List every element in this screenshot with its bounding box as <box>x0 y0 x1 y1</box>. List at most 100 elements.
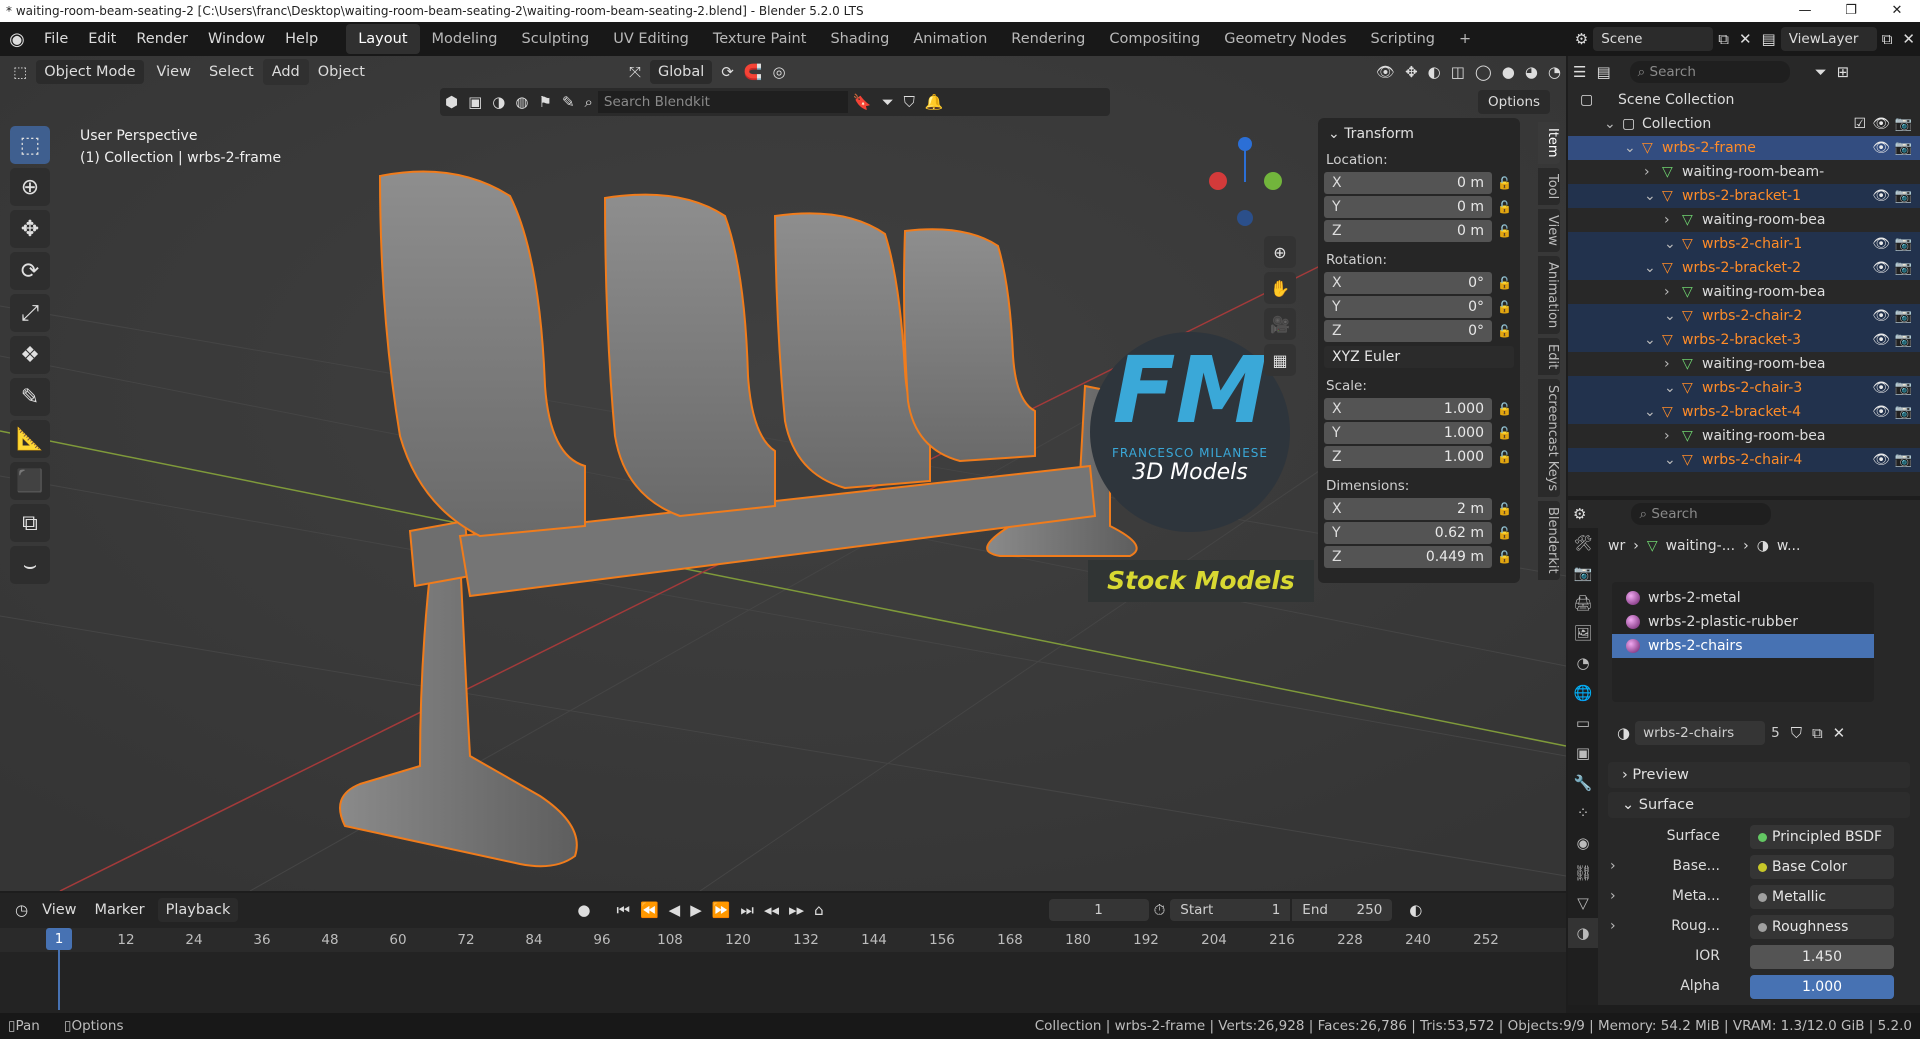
expand-arrow-icon[interactable]: › <box>1664 424 1670 448</box>
render-camera-icon[interactable]: 📷 <box>1895 376 1912 400</box>
modifier-tab-icon[interactable]: 🔧 <box>1568 768 1598 798</box>
outliner-row[interactable]: › ▽ waiting-room-bea <box>1568 208 1920 232</box>
blenderkit-models-icon[interactable]: ▣ <box>463 93 487 111</box>
visibility-eye-icon[interactable]: 👁 <box>1872 400 1890 424</box>
timeline-overlay-icon[interactable]: ◐ <box>1404 901 1427 919</box>
lock-icon[interactable]: 🔓 <box>1497 224 1512 238</box>
play-reverse-icon[interactable]: ◀ <box>664 901 686 919</box>
lock-icon[interactable]: 🔓 <box>1497 426 1512 440</box>
dimension-x-field[interactable]: X2 m 🔓 <box>1324 498 1512 520</box>
select-box-tool-icon[interactable]: ⬚ <box>10 126 50 164</box>
filter-icon[interactable]: ⏷ <box>1810 63 1832 81</box>
shield-icon[interactable]: ⛉ <box>899 93 920 111</box>
dimension-y-field[interactable]: Y 0.62 m 🔓 <box>1324 522 1512 544</box>
expand-arrow-icon[interactable]: ⌄ <box>1664 376 1676 400</box>
lock-icon[interactable]: 🔓 <box>1497 176 1512 190</box>
outliner-row[interactable]: ⌄ ▽ wrbs-2-chair-3 👁 📷 <box>1568 376 1920 400</box>
unlink-material-icon[interactable]: ✕ <box>1828 724 1851 742</box>
material-slot[interactable]: wrbs-2-chairs <box>1612 634 1874 658</box>
close-button[interactable]: ✕ <box>1874 0 1920 22</box>
expand-icon[interactable]: › <box>1610 918 1616 934</box>
filter-icon[interactable]: ⏷ <box>877 93 899 111</box>
shader-input-field[interactable]: Metallic <box>1750 885 1894 909</box>
lock-icon[interactable]: 🔓 <box>1497 550 1512 564</box>
scene-selector[interactable]: Scene <box>1593 27 1714 51</box>
timeline-view-menu[interactable]: View <box>33 897 85 923</box>
blenderkit-hdr-icon[interactable]: ◍ <box>510 93 533 111</box>
data-tab-icon[interactable]: ▽ <box>1568 888 1598 918</box>
render-camera-icon[interactable]: 📷 <box>1895 448 1912 472</box>
keying-set-icon[interactable]: ⌂ <box>809 901 829 919</box>
playback-dropdown[interactable]: Playback <box>157 898 239 922</box>
visibility-eye-icon[interactable]: 👁 <box>1872 304 1890 328</box>
menu-file[interactable]: File <box>34 22 78 56</box>
exclude-checkbox[interactable]: ☑ <box>1853 112 1866 136</box>
prev-keyframe-icon[interactable]: ◂◂ <box>759 901 784 919</box>
pivot-icon[interactable]: ⟳ <box>716 63 739 81</box>
properties-search[interactable]: ⌕ Search <box>1631 503 1772 525</box>
preview-section[interactable]: › Preview <box>1608 762 1910 788</box>
workspace-tab-compositing[interactable]: Compositing <box>1097 24 1212 54</box>
outliner-row[interactable]: › ▽ waiting-room-bea <box>1568 280 1920 304</box>
outliner-search[interactable]: ⌕ Search <box>1629 61 1790 83</box>
display-mode-icon[interactable]: ▤ <box>1591 63 1615 81</box>
add-object-tool-icon[interactable]: ⧉ <box>10 504 50 542</box>
transform-tool-icon[interactable]: ❖ <box>10 336 50 374</box>
ior-field[interactable]: 1.450 <box>1750 945 1894 969</box>
sidebar-tab-edit[interactable]: Edit <box>1538 338 1560 376</box>
material-browse-icon[interactable]: ◑ <box>1612 724 1635 742</box>
measure-tool-icon[interactable]: 📐 <box>10 420 50 458</box>
solid-shading-icon[interactable]: ● <box>1497 63 1520 81</box>
preview-range-icon[interactable]: ⏱ <box>1149 901 1171 919</box>
menu-select[interactable]: Select <box>200 59 263 85</box>
snap-icon[interactable]: 🧲 <box>739 63 768 81</box>
lock-icon[interactable]: 🔓 <box>1497 300 1512 314</box>
duplicate-material-icon[interactable]: ⧉ <box>1807 724 1828 742</box>
material-user-count[interactable]: 5 <box>1765 725 1786 741</box>
tool-tab-icon[interactable]: 🛠 <box>1568 528 1598 558</box>
object-tab-icon[interactable]: ▣ <box>1568 738 1598 768</box>
render-camera-icon[interactable]: 📷 <box>1895 328 1912 352</box>
scale-tool-icon[interactable]: ⤢ <box>10 294 50 332</box>
curve-tool-icon[interactable]: ⌣ <box>10 546 50 584</box>
render-tab-icon[interactable]: 📷 <box>1568 558 1598 588</box>
scene-collection-row[interactable]: ▢ Scene Collection <box>1568 88 1920 112</box>
timeline-marker-menu[interactable]: Marker <box>86 897 154 923</box>
camera-view-icon[interactable]: 🎥 <box>1264 308 1296 340</box>
minimize-button[interactable]: — <box>1782 0 1828 22</box>
collection-tab-icon[interactable]: ▭ <box>1568 708 1598 738</box>
dimension-z-field[interactable]: Z 0.449 m 🔓 <box>1324 546 1512 568</box>
jump-keyframe-forward-icon[interactable]: ⏩ <box>707 901 736 919</box>
orientation-dropdown[interactable]: Global <box>650 60 713 84</box>
playhead-frame-badge[interactable]: 1 <box>46 928 72 950</box>
expand-arrow-icon[interactable]: ⌄ <box>1644 328 1656 352</box>
menu-render[interactable]: Render <box>126 22 198 56</box>
sidebar-tab-blenderkit[interactable]: Blenderkit <box>1538 501 1560 580</box>
material-shading-icon[interactable]: ◕ <box>1520 63 1543 81</box>
render-camera-icon[interactable]: 📷 <box>1895 184 1912 208</box>
material-name-field[interactable]: wrbs-2-chairs <box>1635 721 1766 745</box>
visibility-eye-icon[interactable]: 👁 <box>1872 448 1890 472</box>
location-y-field[interactable]: Y0 m 🔓 <box>1324 196 1512 218</box>
editor-type-icon[interactable]: ⬚ <box>8 63 32 81</box>
expand-arrow-icon[interactable]: ⌄ <box>1664 304 1676 328</box>
outliner-row[interactable]: ⌄ ▽ wrbs-2-frame 👁 📷 <box>1568 136 1920 160</box>
outliner-row[interactable]: ⌄ ▽ wrbs-2-bracket-4 👁 📷 <box>1568 400 1920 424</box>
constraints-tab-icon[interactable]: ⛓ <box>1568 858 1598 888</box>
overlays-icon[interactable]: ◐ <box>1423 63 1446 81</box>
outliner-row[interactable]: ⌄ ▽ wrbs-2-chair-2 👁 📷 <box>1568 304 1920 328</box>
blenderkit-brush-icon[interactable]: ✎ <box>557 93 580 111</box>
scale-y-field[interactable]: Y 1.000 🔓 <box>1324 422 1512 444</box>
sidebar-tab-view[interactable]: View <box>1538 208 1560 252</box>
rotate-tool-icon[interactable]: ⟳ <box>10 252 50 290</box>
scene-tab-icon[interactable]: ◔ <box>1568 648 1598 678</box>
blenderkit-search-input[interactable]: Search Blendkit <box>597 91 848 113</box>
expand-arrow-icon[interactable]: ⌄ <box>1644 400 1656 424</box>
menu-object[interactable]: Object <box>309 59 374 85</box>
cursor-tool-icon[interactable]: ⊕ <box>10 168 50 206</box>
pan-hand-icon[interactable]: ✋ <box>1264 272 1296 304</box>
menu-view[interactable]: View <box>148 59 200 85</box>
workspace-tab-modeling[interactable]: Modeling <box>420 24 510 54</box>
new-scene-icon[interactable]: ⧉ <box>1713 30 1734 48</box>
render-camera-icon[interactable]: 📷 <box>1895 304 1912 328</box>
